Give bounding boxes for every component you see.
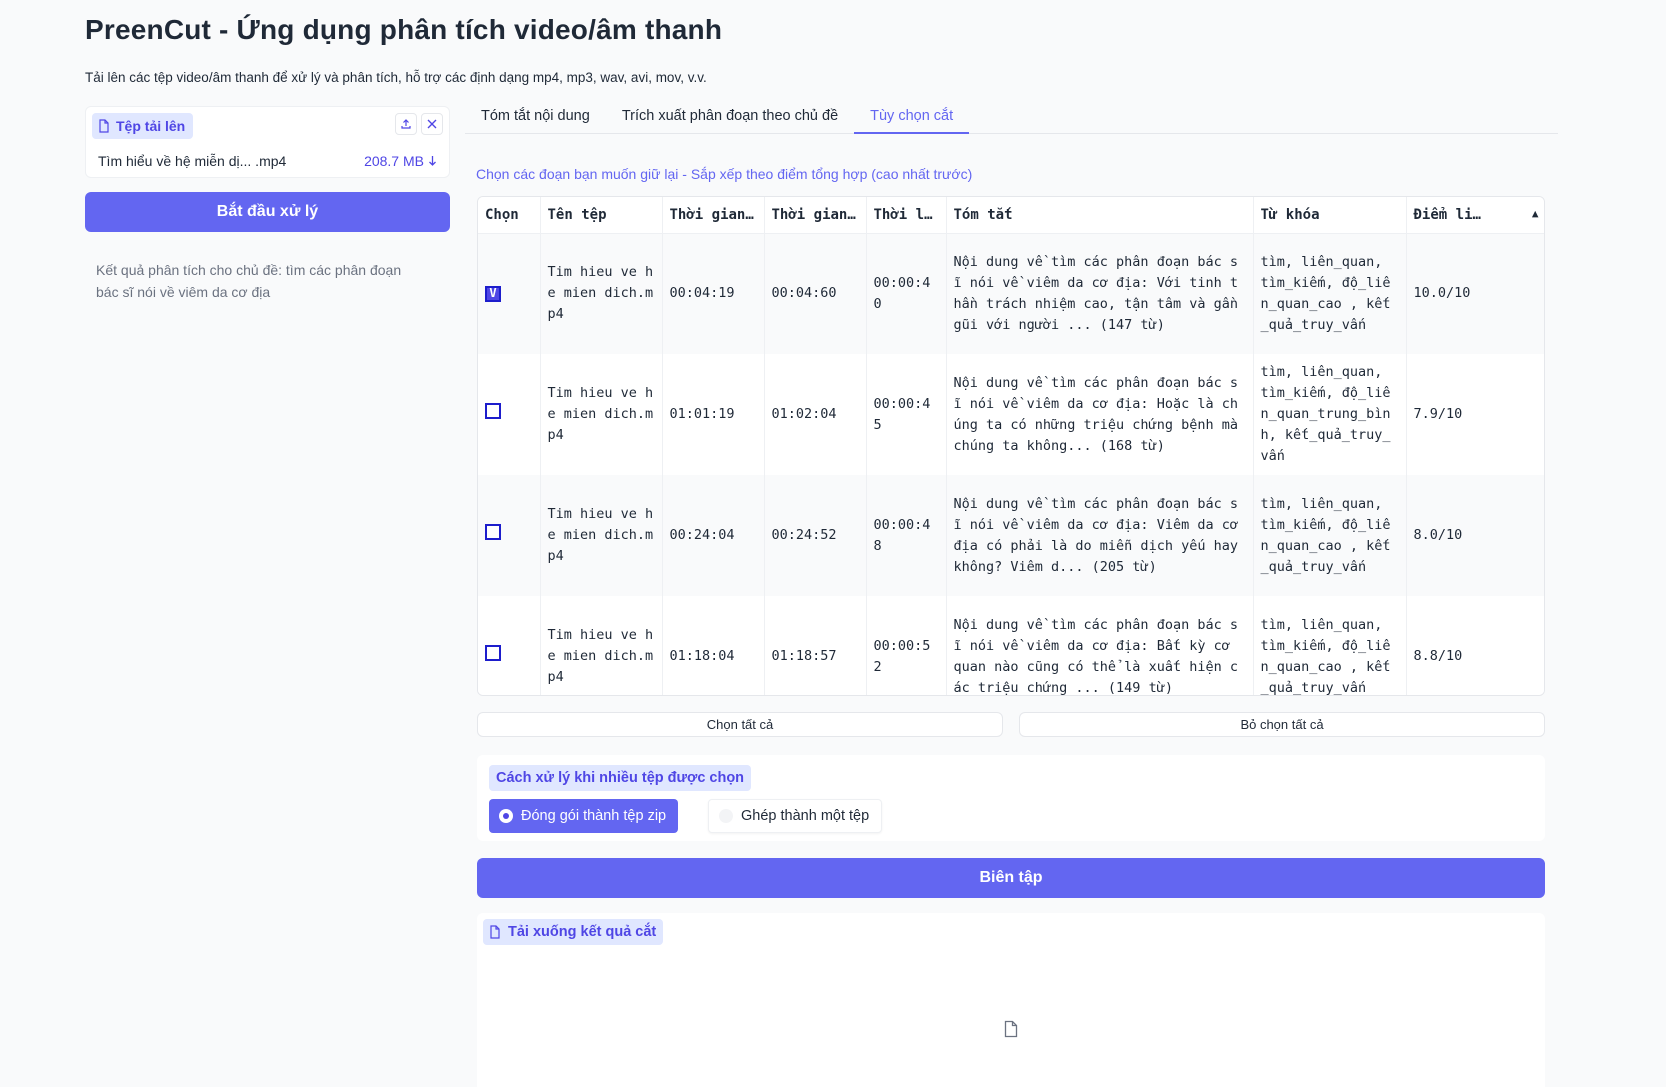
score-cell: 7.9/10 xyxy=(1406,354,1544,475)
file-upload-box[interactable]: Tệp tải lên Tìm hiểu về hệ miễn dị... .m… xyxy=(85,106,450,178)
score-cell: 8.0/10 xyxy=(1406,475,1544,596)
duration-cell: 00:00:48 xyxy=(866,475,947,596)
upload-icon xyxy=(401,119,411,129)
deselect-all-button[interactable]: Bỏ chọn tất cả xyxy=(1019,712,1545,737)
table-row: V Tim hieu ve he mien dich.mp4 00:04:19 … xyxy=(478,233,1544,354)
end-time-cell: 01:18:57 xyxy=(764,596,867,695)
upload-label: Tệp tải lên xyxy=(92,113,194,139)
row-checkbox[interactable] xyxy=(485,524,501,540)
start-processing-button[interactable]: Bắt đầu xử lý xyxy=(85,192,450,232)
start-time-cell: 01:18:04 xyxy=(662,596,765,695)
keywords-cell: tìm, liên_quan, tìm_kiếm, độ_liên_quan_t… xyxy=(1253,354,1407,475)
row-checkbox[interactable] xyxy=(485,403,501,419)
score-cell: 10.0/10 xyxy=(1406,233,1544,354)
segments-table[interactable]: Chọn Tên tệp Thời gian… Thời gian… Thời … xyxy=(477,196,1545,696)
score-header-label: Điểm li… xyxy=(1413,206,1481,223)
file-icon xyxy=(99,119,109,133)
download-results-panel: Tải xuống kết quả cắt xyxy=(477,913,1545,1087)
page-title: PreenCut - Ứng dụng phân tích video/âm t… xyxy=(85,14,723,45)
score-cell: 8.8/10 xyxy=(1406,596,1544,695)
sort-asc-icon: ▲ xyxy=(1531,206,1539,220)
upload-label-text: Tệp tải lên xyxy=(116,118,186,134)
clear-file-button[interactable] xyxy=(421,113,443,135)
empty-file-icon xyxy=(1004,1020,1018,1038)
table-header-row: Chọn Tên tệp Thời gian… Thời gian… Thời … xyxy=(478,197,1544,234)
end-time-cell: 00:04:60 xyxy=(764,233,867,354)
table-row: Tim hieu ve he mien dich.mp4 01:18:04 01… xyxy=(478,596,1544,695)
duration-cell: 00:00:52 xyxy=(866,596,947,695)
filename-cell: Tim hieu ve he mien dich.mp4 xyxy=(540,354,663,475)
select-cell xyxy=(478,475,541,596)
keywords-cell: tìm, liên_quan, tìm_kiếm, độ_liên_quan_c… xyxy=(1253,233,1407,354)
select-cell: V xyxy=(478,233,541,354)
duration-cell: 00:00:40 xyxy=(866,233,947,354)
analysis-result-text: Kết quả phân tích cho chủ đề: tìm các ph… xyxy=(96,262,402,300)
select-cell xyxy=(478,596,541,695)
multi-file-handling-label: Cách xử lý khi nhiều tệp được chọn xyxy=(489,765,752,791)
page-description: Tải lên các tệp video/âm thanh để xử lý … xyxy=(85,70,707,85)
keywords-cell: tìm, liên_quan, tìm_kiếm, độ_liên_quan_c… xyxy=(1253,475,1407,596)
column-header-keywords[interactable]: Từ khóa xyxy=(1253,197,1407,234)
filename-cell: Tim hieu ve he mien dich.mp4 xyxy=(540,596,663,695)
start-time-cell: 00:04:19 xyxy=(662,233,765,354)
radio-option-merge[interactable]: Ghép thành một tệp xyxy=(708,799,883,833)
file-size: 208.7 MB xyxy=(364,153,424,169)
row-checkbox[interactable] xyxy=(485,645,501,661)
column-header-filename[interactable]: Tên tệp xyxy=(540,197,663,234)
column-header-duration[interactable]: Thời lư… xyxy=(866,197,947,234)
download-label: Tải xuống kết quả cắt xyxy=(483,919,664,945)
upload-button[interactable] xyxy=(395,113,417,135)
summary-cell: Nội dung về tìm các phân đoạn bác sĩ nói… xyxy=(946,596,1254,695)
column-header-start-time[interactable]: Thời gian… xyxy=(662,197,765,234)
multi-file-handling-panel: Cách xử lý khi nhiều tệp được chọn Đóng … xyxy=(477,755,1545,841)
duration-cell: 00:00:45 xyxy=(866,354,947,475)
file-icon xyxy=(490,925,500,939)
table-row: Tim hieu ve he mien dich.mp4 01:01:19 01… xyxy=(478,354,1544,475)
edit-button[interactable]: Biên tập xyxy=(477,858,1545,898)
filename-cell: Tim hieu ve he mien dich.mp4 xyxy=(540,233,663,354)
start-time-cell: 01:01:19 xyxy=(662,354,765,475)
end-time-cell: 00:24:52 xyxy=(764,475,867,596)
row-checkbox[interactable]: V xyxy=(485,285,501,302)
summary-cell: Nội dung về tìm các phân đoạn bác sĩ nói… xyxy=(946,354,1254,475)
start-time-cell: 00:24:04 xyxy=(662,475,765,596)
radio-option-zip-label: Đóng gói thành tệp zip xyxy=(521,808,667,824)
download-label-text: Tải xuống kết quả cắt xyxy=(508,924,657,940)
radio-unselected-icon xyxy=(719,809,733,823)
summary-cell: Nội dung về tìm các phân đoạn bác sĩ nói… xyxy=(946,233,1254,354)
tab-topic-extraction[interactable]: Trích xuất phân đoạn theo chủ đề xyxy=(606,104,854,134)
filename-cell: Tim hieu ve he mien dich.mp4 xyxy=(540,475,663,596)
tab-cut-options[interactable]: Tùy chọn cắt xyxy=(854,104,970,134)
uploaded-file-row: Tìm hiểu về hệ miễn dị... .mp4 208.7 MB xyxy=(92,147,443,175)
column-header-score[interactable]: Điểm li… ▲ xyxy=(1406,197,1544,234)
keywords-cell: tìm, liên_quan, tìm_kiếm, độ_liên_quan_c… xyxy=(1253,596,1407,695)
table-row: Tim hieu ve he mien dich.mp4 00:24:04 00… xyxy=(478,475,1544,596)
select-cell xyxy=(478,354,541,475)
radio-option-zip[interactable]: Đóng gói thành tệp zip xyxy=(489,799,679,833)
column-header-select[interactable]: Chọn xyxy=(478,197,541,234)
column-header-end-time[interactable]: Thời gian… xyxy=(764,197,867,234)
radio-selected-icon xyxy=(499,809,513,823)
file-size-download[interactable]: 208.7 MB xyxy=(364,153,437,169)
select-all-button[interactable]: Chọn tất cả xyxy=(477,712,1003,737)
close-icon xyxy=(427,119,437,129)
end-time-cell: 01:02:04 xyxy=(764,354,867,475)
radio-option-merge-label: Ghép thành một tệp xyxy=(741,808,870,824)
tab-bar: Tóm tắt nội dung Trích xuất phân đoạn th… xyxy=(465,104,1558,134)
tab-content-summary[interactable]: Tóm tắt nội dung xyxy=(465,104,606,134)
file-name: Tìm hiểu về hệ miễn dị... .mp4 xyxy=(98,153,287,169)
selection-hint: Chọn các đoạn bạn muốn giữ lại - Sắp xếp… xyxy=(476,166,973,182)
summary-cell: Nội dung về tìm các phân đoạn bác sĩ nói… xyxy=(946,475,1254,596)
column-header-summary[interactable]: Tóm tắt xyxy=(946,197,1254,234)
download-arrow-icon xyxy=(429,156,436,166)
